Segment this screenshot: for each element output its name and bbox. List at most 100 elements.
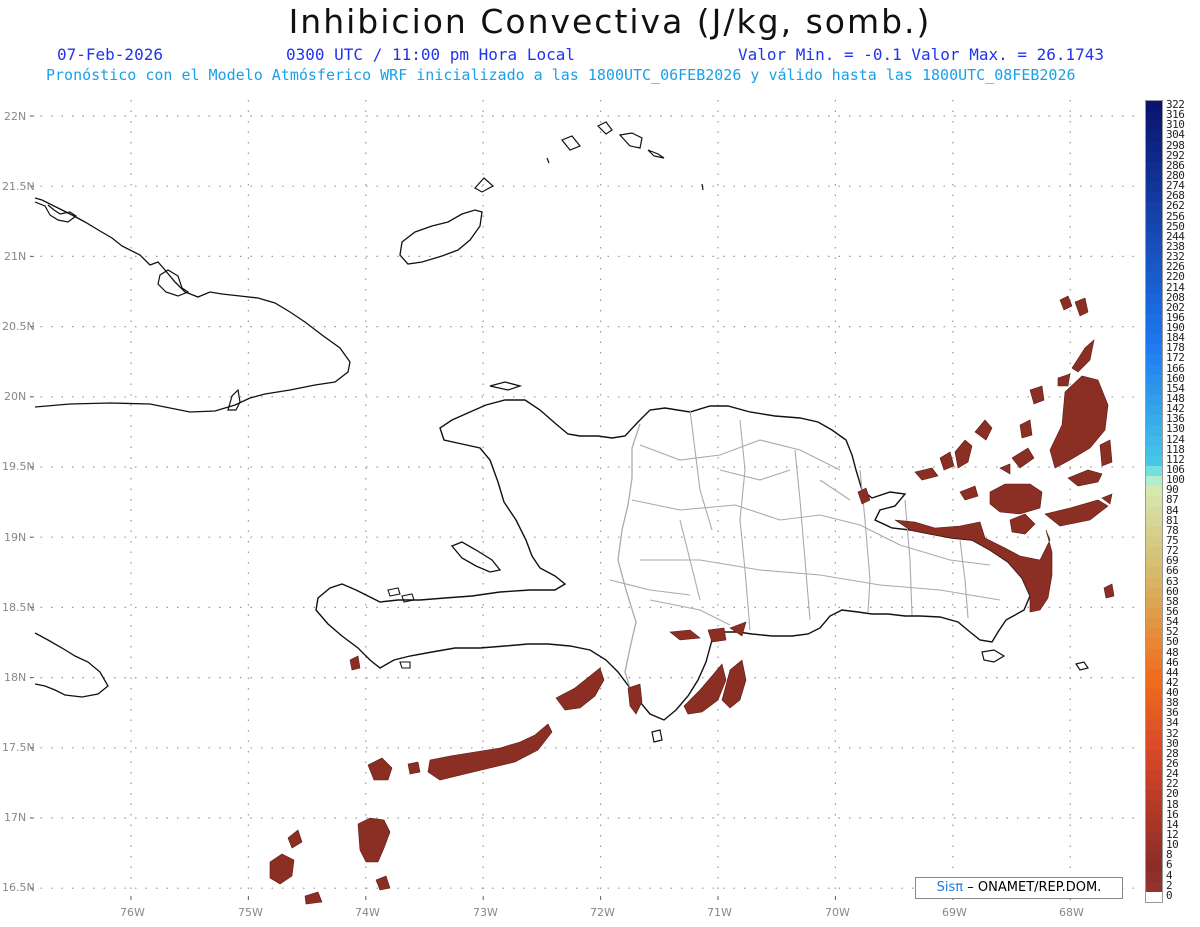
legend-swatch-16 xyxy=(1146,810,1162,822)
coastline-gonave-island xyxy=(450,541,502,573)
cin-area-east-4 xyxy=(1059,295,1089,317)
legend-swatch-286 xyxy=(1146,161,1162,173)
legend-swatch-160 xyxy=(1146,374,1162,386)
legend-swatch-130 xyxy=(1146,425,1162,437)
coastline-cuba xyxy=(34,197,351,413)
legend-swatch-292 xyxy=(1146,151,1162,163)
cin-area-south-4 xyxy=(627,683,643,715)
lat-label-17-5n: 17.5N xyxy=(2,741,35,754)
legend-swatch-20 xyxy=(1146,790,1162,802)
lat-label-20n: 20N xyxy=(4,390,27,403)
lat-label-19n: 19N xyxy=(4,531,27,544)
cin-area-east-2 xyxy=(1071,339,1095,373)
coastline-mona xyxy=(1075,661,1089,671)
legend-swatch-226 xyxy=(1146,263,1162,274)
cin-area-sea-3 xyxy=(304,875,391,905)
legend-swatch-24 xyxy=(1146,770,1162,781)
legend-swatch-244 xyxy=(1146,232,1162,244)
legend-swatch-208 xyxy=(1146,293,1162,305)
lon-label-69w: 69W xyxy=(942,906,967,919)
lon-label-74w: 74W xyxy=(355,906,380,919)
cin-area-sea-2 xyxy=(269,829,303,885)
legend-swatch-118 xyxy=(1146,445,1162,457)
cin-area-east-6 xyxy=(989,483,1043,515)
legend-swatch-87 xyxy=(1146,496,1162,508)
lon-label-72w: 72W xyxy=(590,906,615,919)
coastline-cuba-west-keys xyxy=(34,201,78,223)
cin-area-east-8 xyxy=(1009,513,1036,535)
legend-swatch-66 xyxy=(1146,567,1162,579)
cin-area-east-10 xyxy=(1099,439,1113,505)
legend-swatch-298 xyxy=(1146,141,1162,153)
cin-area-east-5 xyxy=(1019,385,1045,439)
coastline-caicos xyxy=(596,121,665,159)
coastline-great-inagua xyxy=(399,209,483,265)
coastline-mayaguana xyxy=(561,135,581,151)
legend-swatch-238 xyxy=(1146,242,1162,254)
cin-area-east-3 xyxy=(1057,373,1071,387)
legend-swatch-322 xyxy=(1146,101,1162,112)
lat-label-17n: 17N xyxy=(4,811,27,824)
legend-swatch-56 xyxy=(1146,607,1162,619)
coastline-beata xyxy=(651,729,663,743)
cin-area-east-9 xyxy=(1044,499,1109,527)
legend-swatch-154 xyxy=(1146,384,1162,396)
cin-area-east-11 xyxy=(939,439,973,471)
graticule xyxy=(30,100,1138,900)
legend-swatch-52 xyxy=(1146,628,1162,639)
coastline-little-inagua xyxy=(474,177,495,193)
legend-swatch-166 xyxy=(1146,364,1162,376)
cin-area-haiti-s3 xyxy=(367,757,393,781)
legend-swatch-304 xyxy=(1146,131,1162,143)
legend-swatch-214 xyxy=(1146,283,1162,295)
legend-swatch-34 xyxy=(1146,719,1162,731)
legend-swatch-250 xyxy=(1146,222,1162,234)
legend-swatch-190 xyxy=(1146,324,1162,335)
legend-swatch-28 xyxy=(1146,749,1162,761)
legend-swatch-4 xyxy=(1146,871,1162,883)
cin-area-east-1 xyxy=(1049,375,1109,469)
cin-area-south-2 xyxy=(721,659,747,709)
cin-area-east-7 xyxy=(1067,469,1103,487)
coastline-saona xyxy=(981,649,1006,663)
map-canvas xyxy=(30,100,1138,905)
credit-org: – ONAMET/REP.DOM. xyxy=(967,880,1102,895)
legend-swatch-26 xyxy=(1146,760,1162,771)
lat-label-21-5n: 21.5N xyxy=(2,180,35,193)
legend-swatch-178 xyxy=(1146,344,1162,355)
sis-logo-text: Sisπ xyxy=(936,880,964,895)
lat-label-18n: 18N xyxy=(4,671,27,684)
legend-swatch-196 xyxy=(1146,313,1162,325)
legend-swatch-38 xyxy=(1146,699,1162,710)
lon-label-68w: 68W xyxy=(1059,906,1084,919)
legend-swatch-8 xyxy=(1146,851,1162,862)
legend-swatch-124 xyxy=(1146,435,1162,447)
legend-swatch-81 xyxy=(1146,516,1162,528)
axis-ticks xyxy=(30,115,1071,900)
coastline-islet xyxy=(546,157,704,191)
legend-swatch-12 xyxy=(1146,831,1162,842)
legend-swatch-274 xyxy=(1146,182,1162,193)
legend-swatch-0 xyxy=(1146,891,1162,903)
lat-label-21n: 21N xyxy=(4,250,27,263)
legend-swatch-310 xyxy=(1146,121,1162,132)
lon-label-73w: 73W xyxy=(473,906,498,919)
coastline-jamaica xyxy=(34,632,109,698)
lon-label-70w: 70W xyxy=(825,906,850,919)
legend-swatch-78 xyxy=(1146,526,1162,538)
legend-swatch-142 xyxy=(1146,405,1162,416)
cin-area-samana-b xyxy=(857,487,871,505)
legend-swatch-2 xyxy=(1146,881,1162,893)
legend-swatch-90 xyxy=(1146,486,1162,497)
coastline-tortuga xyxy=(489,381,523,391)
legend-swatch-136 xyxy=(1146,415,1162,426)
legend-swatch-112 xyxy=(1146,455,1162,467)
legend-swatch-106 xyxy=(1146,466,1162,477)
cin-area-haiti-s1 xyxy=(555,667,605,711)
legend-swatch-32 xyxy=(1146,729,1162,741)
legend-swatch-232 xyxy=(1146,253,1162,264)
legend-swatch-54 xyxy=(1146,618,1162,629)
legend-swatch-184 xyxy=(1146,334,1162,345)
legend-swatch-256 xyxy=(1146,212,1162,224)
cin-area-south-3 xyxy=(683,663,727,715)
